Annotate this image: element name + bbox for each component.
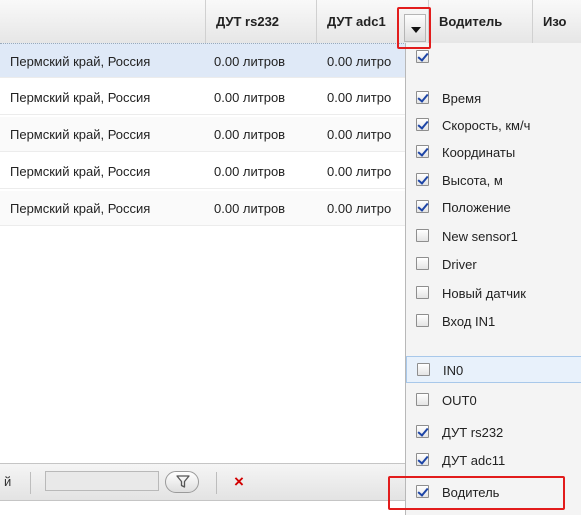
table-row[interactable]: Пермский край, Россия 0.00 литров 0.00 л… [0, 117, 410, 152]
cell-location: Пермский край, Россия [10, 127, 151, 142]
table-row[interactable]: Пермский край, Россия 0.00 литров 0.00 л… [0, 154, 410, 189]
menu-item-checkbox[interactable] [416, 229, 429, 242]
filter-button[interactable] [165, 471, 199, 493]
filter-input[interactable] [45, 471, 159, 491]
menu-item-column[interactable]: ДУТ rs232 [406, 419, 581, 446]
menu-item-column[interactable]: Время [406, 85, 581, 112]
menu-item-checkbox[interactable] [416, 314, 429, 327]
menu-item-column[interactable]: Положение [406, 194, 581, 221]
menu-item-checkbox[interactable] [416, 425, 429, 438]
header-cell-driver[interactable]: Водитель [429, 0, 533, 43]
highlight-box-driver-item [388, 476, 565, 510]
menu-item-column[interactable]: Скорость, км/ч [406, 112, 581, 139]
cell-adc: 0.00 литро [327, 201, 392, 216]
cell-adc: 0.00 литро [327, 127, 392, 142]
header-cell-partial[interactable]: Изо [533, 0, 581, 43]
menu-item-label: Новый датчик [442, 286, 526, 301]
header-cell-location[interactable] [0, 0, 206, 43]
menu-item-label: ДУТ adc11 [442, 453, 506, 468]
table-row[interactable]: Пермский край, Россия 0.00 литров 0.00 л… [0, 191, 410, 226]
menu-item-checkbox[interactable] [416, 286, 429, 299]
menu-item-checkbox[interactable] [417, 363, 430, 376]
clear-filter-icon[interactable]: × [234, 464, 244, 500]
menu-item-column[interactable]: IN0 [406, 356, 581, 383]
menu-item-checkbox[interactable] [416, 118, 429, 131]
menu-item-label: ДУТ rs232 [442, 425, 504, 440]
menu-item-label: New sensor1 [442, 229, 518, 244]
cell-location: Пермский край, Россия [10, 90, 151, 105]
menu-item-label: Вход IN1 [442, 314, 496, 329]
menu-item-label: Положение [442, 200, 511, 215]
cell-rs232: 0.00 литров [214, 54, 286, 69]
cell-rs232: 0.00 литров [214, 90, 286, 105]
menu-item-label: IN0 [443, 363, 464, 378]
menu-item-checkbox[interactable] [416, 200, 429, 213]
header-cell-rs232[interactable]: ДУТ rs232 [206, 0, 317, 43]
menu-item-column[interactable]: Координаты [406, 139, 581, 166]
menu-item-checkbox[interactable] [416, 91, 429, 104]
menu-item-column[interactable]: OUT0 [406, 387, 581, 414]
menu-item-checkbox[interactable] [416, 145, 429, 158]
cell-rs232: 0.00 литров [214, 127, 286, 142]
cell-adc: 0.00 литро [327, 90, 392, 105]
menu-item-column[interactable]: Driver [406, 251, 581, 278]
table-row[interactable]: Пермский край, Россия 0.00 литров 0.00 л… [0, 43, 410, 78]
menu-item-column[interactable]: Вход IN1 [406, 308, 581, 335]
menu-item-column[interactable]: ДУТ adc11 [406, 447, 581, 474]
menu-item-label: OUT0 [442, 393, 477, 408]
cell-location: Пермский край, Россия [10, 54, 151, 69]
cell-rs232: 0.00 литров [214, 201, 286, 216]
menu-item-label: Скорость, км/ч [442, 118, 531, 133]
menu-item-column[interactable]: New sensor1 [406, 223, 581, 250]
menu-item-label: Driver [442, 257, 477, 272]
menu-item-column[interactable]: Высота, м [406, 167, 581, 194]
toolbar-separator [30, 472, 31, 494]
highlight-box-trigger [397, 7, 431, 49]
menu-item-checkbox[interactable] [416, 453, 429, 466]
cell-adc: 0.00 литро [327, 54, 392, 69]
grid-header: ДУТ rs232 ДУТ adc1 Водитель Изо [0, 0, 581, 44]
menu-item-label: Высота, м [442, 173, 503, 188]
funnel-icon [176, 475, 190, 488]
menu-item-column[interactable]: Новый датчик [406, 280, 581, 307]
cell-adc: 0.00 литро [327, 164, 392, 179]
menu-item-label: Время [442, 91, 482, 106]
column-visibility-menu: Время Скорость, км/ч Координаты Высота, м По… [405, 43, 581, 515]
menu-item-checkbox[interactable] [416, 393, 429, 406]
menu-item-label: Координаты [442, 145, 516, 160]
menu-item-checkbox[interactable] [416, 257, 429, 270]
menu-item-checkbox[interactable] [416, 173, 429, 186]
toolbar-separator [216, 472, 217, 494]
table-row[interactable]: Пермский край, Россия 0.00 литров 0.00 л… [0, 80, 410, 115]
cell-location: Пермский край, Россия [10, 201, 151, 216]
menu-top-checkbox[interactable] [416, 50, 429, 63]
toolbar-label: й [4, 474, 12, 489]
cell-location: Пермский край, Россия [10, 164, 151, 179]
cell-rs232: 0.00 литров [214, 164, 286, 179]
